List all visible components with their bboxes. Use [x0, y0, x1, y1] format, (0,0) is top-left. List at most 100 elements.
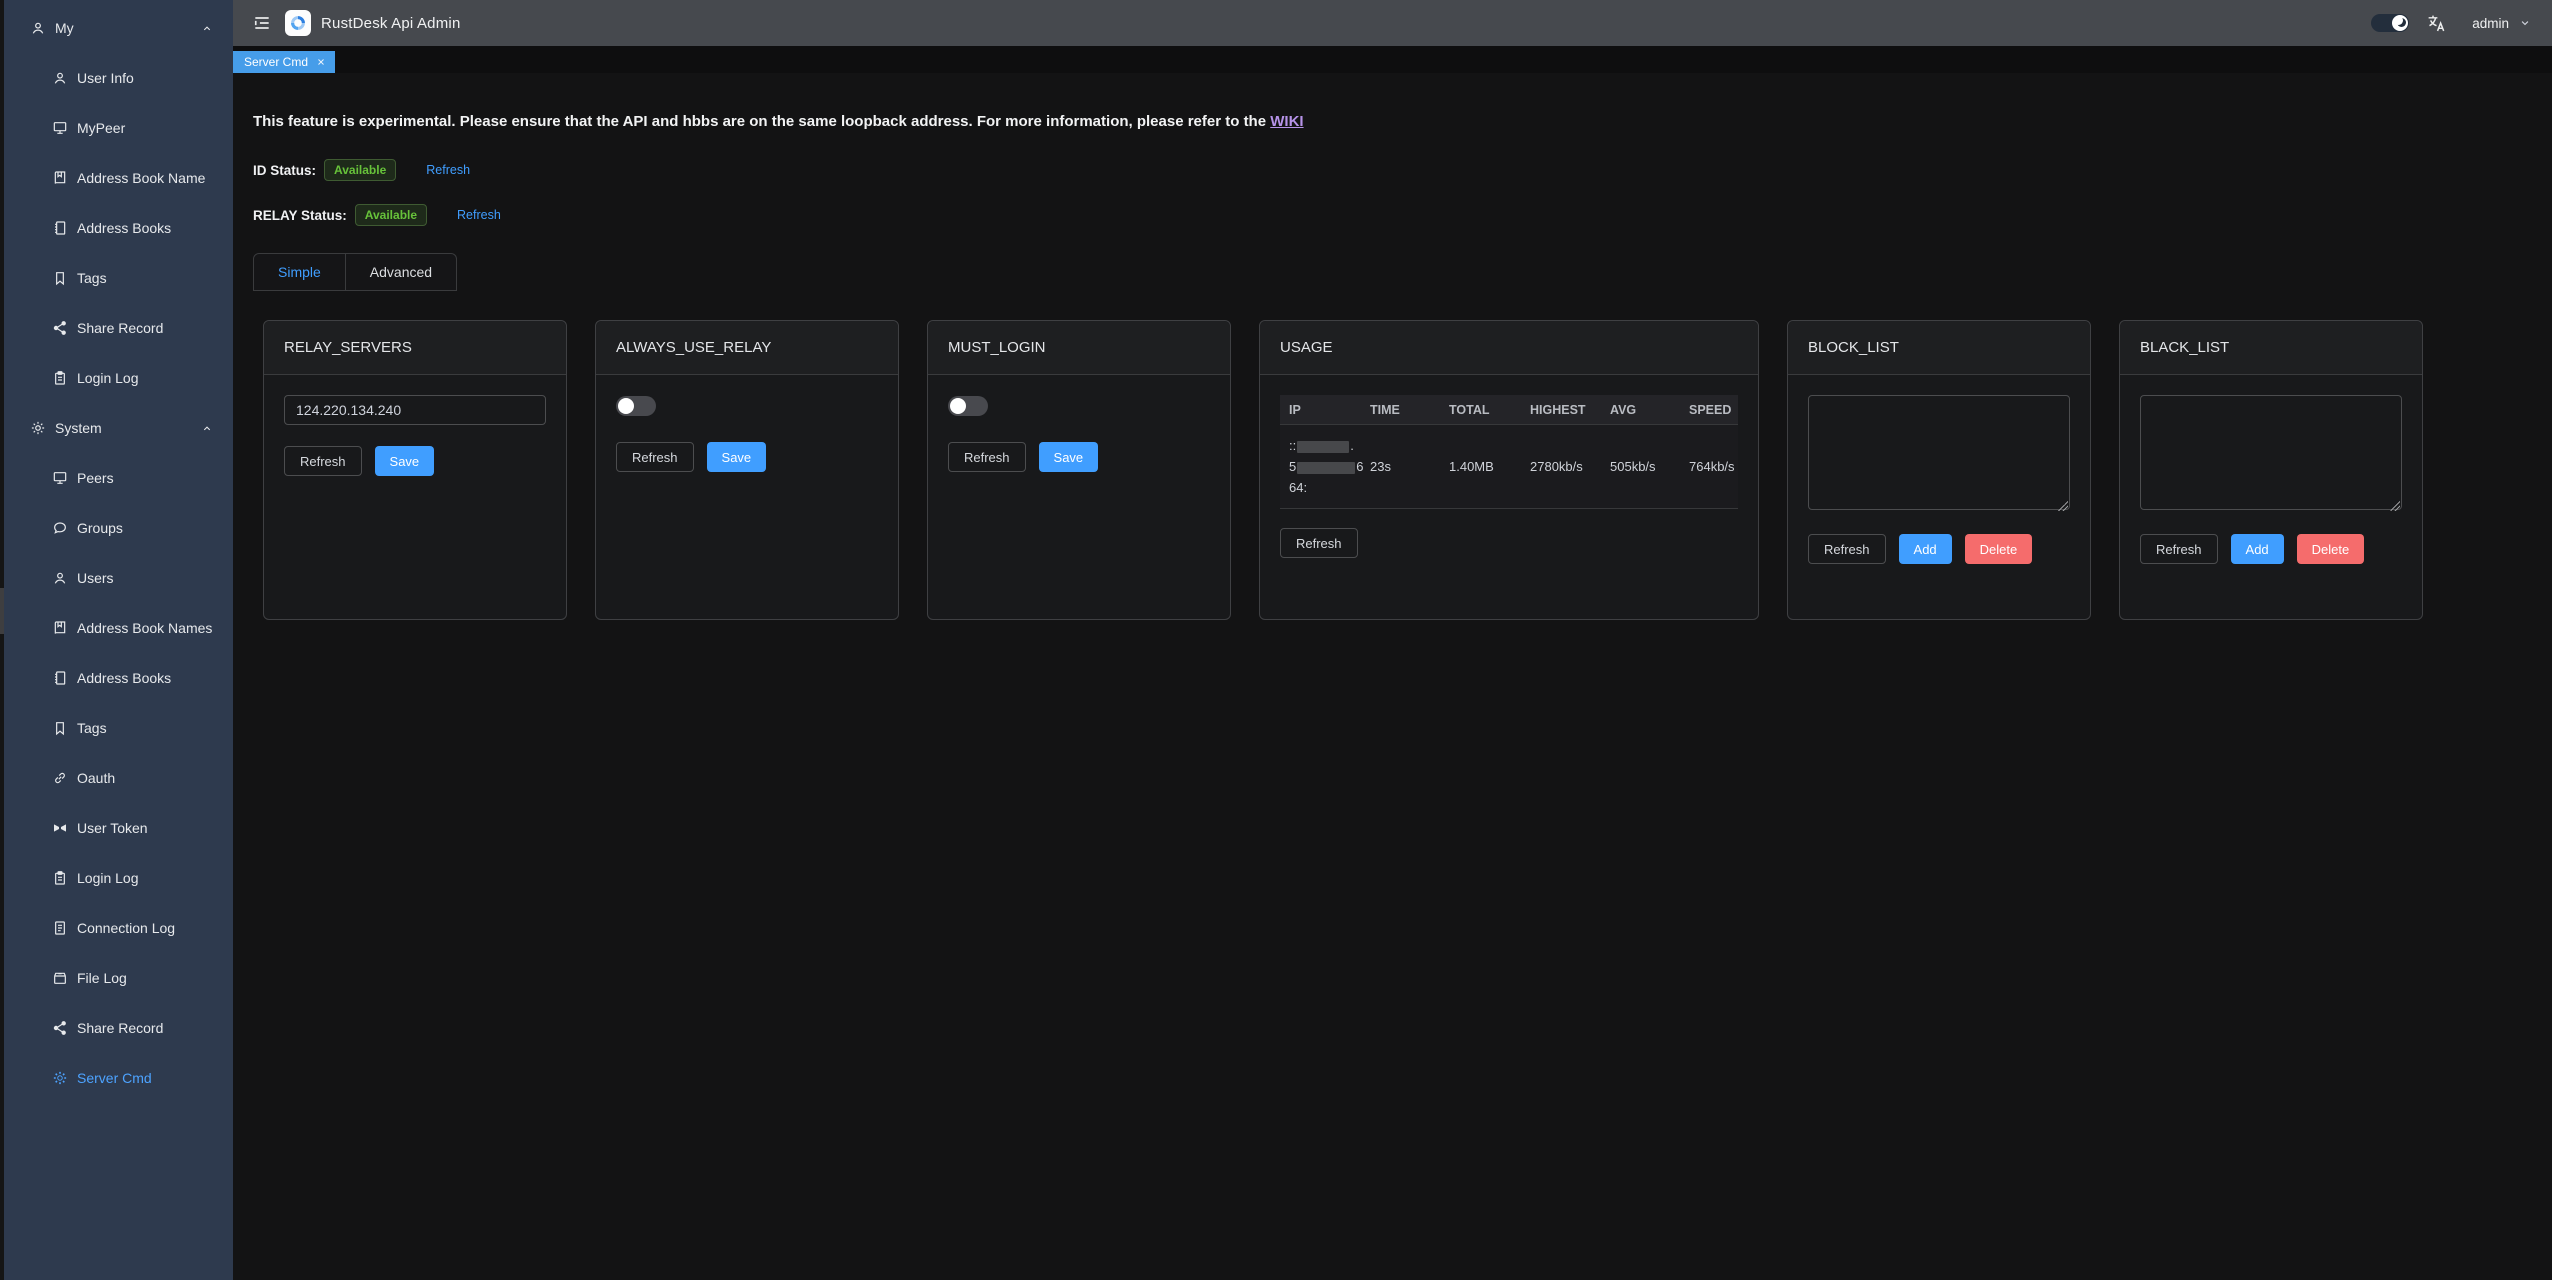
sidebar-item-address-book-name[interactable]: Address Book Name	[4, 153, 233, 203]
add-button[interactable]: Add	[2231, 534, 2284, 564]
save-button[interactable]: Save	[1039, 442, 1099, 472]
sidebar-item-address-books-2[interactable]: Address Books	[4, 653, 233, 703]
sidebar-item-label: File Log	[77, 970, 127, 986]
sidebar-item-label: Peers	[77, 470, 114, 486]
dark-mode-toggle[interactable]	[2371, 14, 2409, 32]
close-icon[interactable]	[316, 57, 326, 67]
sidebar-item-address-book-names[interactable]: Address Book Names	[4, 603, 233, 653]
redacted-ip-segment	[1297, 441, 1349, 453]
sidebar-item-tags[interactable]: Tags	[4, 253, 233, 303]
sidebar-item-label: Address Books	[77, 220, 171, 236]
clipboard-icon	[52, 370, 68, 386]
id-status-badge: Available	[324, 159, 396, 181]
sidebar-item-address-books[interactable]: Address Books	[4, 203, 233, 253]
sidebar-section-my[interactable]: My	[4, 3, 233, 53]
card-title: MUST_LOGIN	[928, 321, 1230, 375]
card-must-login: MUST_LOGIN Refresh Save	[927, 320, 1231, 620]
card-black-list: BLACK_LIST Refresh Add Delete	[2119, 320, 2423, 620]
black-list-textarea[interactable]	[2140, 395, 2402, 510]
sidebar-item-label: Share Record	[77, 1020, 163, 1036]
usage-time-cell: 23s	[1370, 459, 1449, 474]
wiki-link[interactable]: WIKI	[1270, 113, 1303, 130]
sidebar-section-label: System	[55, 420, 102, 436]
card-title: BLACK_LIST	[2120, 321, 2422, 375]
sidebar-item-label: User Info	[77, 70, 134, 86]
sidebar-item-login-log-2[interactable]: Login Log	[4, 853, 233, 903]
sidebar-item-users[interactable]: Users	[4, 553, 233, 603]
app-title: RustDesk Api Admin	[321, 15, 461, 32]
refresh-button[interactable]: Refresh	[2140, 534, 2218, 564]
redacted-ip-segment	[1297, 462, 1355, 474]
sidebar-item-label: Login Log	[77, 370, 139, 386]
sidebar-item-mypeer[interactable]: MyPeer	[4, 103, 233, 153]
rustdesk-logo	[285, 10, 311, 36]
tab-server-cmd[interactable]: Server Cmd	[233, 51, 335, 73]
sidebar-item-login-log[interactable]: Login Log	[4, 353, 233, 403]
usage-total-cell: 1.40MB	[1449, 459, 1530, 474]
id-status-row: ID Status: Available Refresh	[253, 159, 2552, 181]
sidebar-item-user-token[interactable]: User Token	[4, 803, 233, 853]
page-content: This feature is experimental. Please ens…	[233, 73, 2552, 1280]
sidebar-item-user-info[interactable]: User Info	[4, 53, 233, 103]
card-title: BLOCK_LIST	[1788, 321, 2090, 375]
card-relay-servers: RELAY_SERVERS Refresh Save	[263, 320, 567, 620]
col-ip: IP	[1289, 403, 1370, 417]
sidebar-item-oauth[interactable]: Oauth	[4, 753, 233, 803]
always-use-relay-toggle[interactable]	[616, 396, 656, 416]
sidebar-item-label: MyPeer	[77, 120, 125, 136]
menu-collapse-icon[interactable]	[252, 13, 272, 33]
bookmark-icon	[52, 270, 68, 286]
save-button[interactable]: Save	[707, 442, 767, 472]
usage-avg-cell: 505kb/s	[1610, 459, 1689, 474]
sidebar-scrollbar-thumb[interactable]	[0, 588, 4, 634]
sidebar-item-tags-2[interactable]: Tags	[4, 703, 233, 753]
sidebar-item-label: Tags	[77, 270, 107, 286]
sidebar-item-file-log[interactable]: File Log	[4, 953, 233, 1003]
ticket-icon	[52, 820, 68, 836]
link-icon	[52, 770, 68, 786]
relay-status-refresh-link[interactable]: Refresh	[457, 208, 501, 222]
add-button[interactable]: Add	[1899, 534, 1952, 564]
sidebar-item-label: Groups	[77, 520, 123, 536]
box-icon	[52, 970, 68, 986]
chevron-up-icon	[199, 22, 215, 35]
sidebar-item-share-record[interactable]: Share Record	[4, 303, 233, 353]
toggle-knob	[950, 398, 966, 414]
sidebar-item-label: Login Log	[77, 870, 139, 886]
block-list-textarea[interactable]	[1808, 395, 2070, 510]
chevron-up-icon	[199, 422, 215, 435]
delete-button[interactable]: Delete	[2297, 534, 2365, 564]
id-status-label: ID Status:	[253, 163, 316, 178]
share-icon	[52, 320, 68, 336]
sidebar-item-server-cmd[interactable]: Server Cmd	[4, 1053, 233, 1103]
notebook-icon	[52, 670, 68, 686]
delete-button[interactable]: Delete	[1965, 534, 2033, 564]
sidebar-item-share-record-2[interactable]: Share Record	[4, 1003, 233, 1053]
id-status-refresh-link[interactable]: Refresh	[426, 163, 470, 177]
refresh-button[interactable]: Refresh	[948, 442, 1026, 472]
translate-icon[interactable]	[2426, 13, 2447, 34]
refresh-button[interactable]: Refresh	[284, 446, 362, 476]
sidebar-item-label: Address Books	[77, 670, 171, 686]
sidebar-item-groups[interactable]: Groups	[4, 503, 233, 553]
sidebar-item-label: User Token	[77, 820, 148, 836]
relay-status-label: RELAY Status:	[253, 208, 347, 223]
table-row: ::. 56 64: 23s 1.40MB 2780kb/s 505kb/s 7…	[1280, 425, 1738, 509]
user-menu[interactable]: admin	[2472, 16, 2532, 31]
user-icon	[52, 570, 68, 586]
usage-ip-cell: ::. 56 64:	[1289, 435, 1370, 498]
refresh-button[interactable]: Refresh	[616, 442, 694, 472]
bookmark-icon	[52, 720, 68, 736]
refresh-button[interactable]: Refresh	[1808, 534, 1886, 564]
chat-bubble-icon	[52, 520, 68, 536]
sidebar-section-system[interactable]: System	[4, 403, 233, 453]
sidebar-item-peers[interactable]: Peers	[4, 453, 233, 503]
document-icon	[52, 920, 68, 936]
tab-simple[interactable]: Simple	[253, 253, 346, 291]
save-button[interactable]: Save	[375, 446, 435, 476]
must-login-toggle[interactable]	[948, 396, 988, 416]
refresh-button[interactable]: Refresh	[1280, 528, 1358, 558]
sidebar-item-connection-log[interactable]: Connection Log	[4, 903, 233, 953]
relay-servers-input[interactable]	[284, 395, 546, 425]
tab-advanced[interactable]: Advanced	[346, 253, 457, 291]
